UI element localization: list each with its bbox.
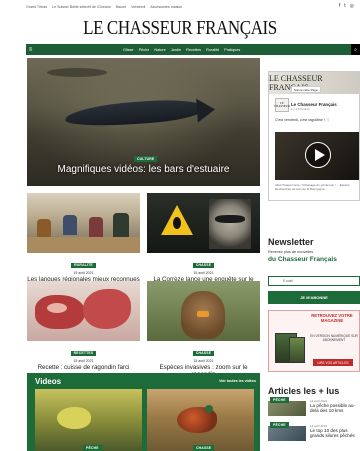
hero-image-fish-tail [196, 97, 216, 123]
nav-item-pratiques[interactable]: Pratiques [224, 48, 240, 52]
subscribe-button[interactable]: JE M'ABONNE [268, 291, 360, 304]
nav-item-nature[interactable]: Nature [154, 48, 165, 52]
hero-image-fish-shadow [47, 68, 107, 77]
facebook-post-time: il y a 5 heures [291, 107, 310, 111]
article-badge[interactable]: RURALITÉ [71, 263, 96, 269]
facebook-avatar[interactable]: LE CHASSEUR [274, 98, 290, 112]
facebook-icon[interactable]: f [339, 3, 340, 9]
ad-title: RETROUVEZ VOTRE MAGAZINE [311, 313, 353, 323]
hamburger-menu-icon[interactable]: ≡ [26, 47, 35, 53]
nav-item-ruralite[interactable]: Ruralité [206, 48, 219, 52]
most-read-badge[interactable]: PÊCHE [270, 422, 289, 428]
article-image-coypu [147, 281, 260, 341]
search-icon[interactable]: ⌕ [351, 44, 360, 55]
article-badge[interactable]: RECETTES [70, 351, 97, 357]
newsletter-subtitle: Recevez plus de nouvelles [268, 250, 314, 254]
top-link[interactable]: Vendredi [131, 5, 145, 9]
hero-badge[interactable]: CULTURE [134, 156, 158, 162]
facebook-caption: Allez Poissonnerie / Chassage du printem… [275, 183, 350, 191]
facebook-widget: LE CHASSEUR FRANÇAIS Suivre cette Page L… [268, 71, 360, 201]
article-date: 15 avril 2021 [73, 359, 94, 363]
article-badge[interactable]: CHASSE [192, 263, 215, 269]
main-navbar: ≡ Glisse Pêche Nature Jardin Recettes Ru… [26, 44, 360, 55]
nav-item-peche[interactable]: Pêche [139, 48, 150, 52]
hero-article[interactable]: CULTURE Magnifiques vidéos: les bars d'e… [27, 58, 260, 186]
most-read-badge[interactable]: PÊCHE [270, 397, 289, 403]
newsletter-title: Newsletter [268, 237, 314, 247]
nav-links: Glisse Pêche Nature Jardin Recettes Rura… [123, 48, 240, 52]
video-badge[interactable]: PÊCHE [83, 445, 102, 451]
site-logo[interactable]: LE CHASSEUR FRANÇAIS [27, 14, 333, 42]
most-read-title-text[interactable]: Le top 10 des plus grands silures pêchés [310, 428, 360, 438]
article-image-classroom [27, 193, 140, 253]
most-read-title: Articles les + lus [268, 386, 340, 396]
facebook-video[interactable] [275, 132, 359, 180]
play-icon[interactable] [305, 142, 331, 168]
article-title[interactable]: Recette : cuisse de ragondin farci [27, 364, 140, 371]
top-link[interactable]: Bacon [116, 5, 126, 9]
video-badge[interactable]: CHASSE [193, 445, 215, 451]
article-image-raccoon [147, 193, 260, 253]
hero-title[interactable]: Magnifiques vidéos: les bars d'estuaire [27, 164, 260, 175]
most-read-item[interactable]: PÊCHE 14 avril 2021 La pêche possible au… [268, 397, 360, 418]
article-badge[interactable]: CHASSE [192, 351, 215, 357]
most-read-title-text[interactable]: La pêche possible au-delà des 10 kms [310, 403, 360, 413]
video-thumbnail[interactable]: PÊCHE [35, 389, 142, 451]
article-date: 15 avril 2021 [193, 271, 214, 275]
article-image-meat [27, 281, 140, 341]
see-all-videos-link[interactable]: Voir toutes les vidéos [219, 379, 256, 383]
newsletter-email-input[interactable]: E-mail [268, 276, 360, 286]
article-card[interactable]: RECETTES 15 avril 2021 Recette : cuisse … [27, 281, 140, 371]
article-date: 15 avril 2021 [193, 359, 214, 363]
top-strip: Grand Tétras Le Suisse/ Bellie sélectif … [0, 0, 360, 14]
top-link[interactable]: Accessoires maison [150, 5, 182, 9]
article-card[interactable]: CHASSE 15 avril 2021 Espèces invasives :… [147, 281, 260, 378]
article-date: 15 avril 2021 [73, 271, 94, 275]
facebook-like-button[interactable]: Suivre cette Page [291, 86, 321, 93]
most-read-item[interactable]: PÊCHE 14 avril 2021 Le top 10 des plus g… [268, 422, 360, 443]
most-read-image [268, 401, 306, 416]
nav-item-glisse[interactable]: Glisse [123, 48, 134, 52]
magazine-tablet-image [289, 337, 305, 363]
newsletter-brand: du Chasseur Français [268, 256, 337, 263]
ad-cta-button[interactable]: LIRE VOS ARTICLES [313, 359, 353, 366]
instagram-icon[interactable]: ◎ [350, 3, 354, 9]
magazine-ad[interactable]: RETROUVEZ VOTRE MAGAZINE EN VERSION NUMÉ… [268, 310, 360, 372]
article-card[interactable]: RURALITÉ 15 avril 2021 Les langues régio… [27, 193, 140, 290]
top-link[interactable]: Grand Tétras [26, 5, 47, 9]
twitter-icon[interactable]: t [344, 3, 345, 9]
article-card[interactable]: CHASSE 15 avril 2021 La Corrèze lance un… [147, 193, 260, 290]
facebook-post-text: C'est vendredi, c'est ragoûtise ! 🍴 [275, 118, 331, 122]
ad-subtitle: EN VERSION NUMÉRIQUE SUR ABONNEMENT [310, 334, 358, 342]
nav-item-jardin[interactable]: Jardin [171, 48, 181, 52]
videos-heading: Videos [35, 377, 62, 386]
most-read-image [268, 426, 306, 441]
videos-section: Videos Voir toutes les vidéos PÊCHE CHAS… [27, 373, 260, 451]
video-thumbnail[interactable]: CHASSE [147, 389, 254, 451]
nav-item-recettes[interactable]: Recettes [186, 48, 201, 52]
social-links: f t ◎ [339, 3, 354, 9]
top-link[interactable]: Le Suisse/ Bellie sélectif de l'Océane [52, 5, 111, 9]
